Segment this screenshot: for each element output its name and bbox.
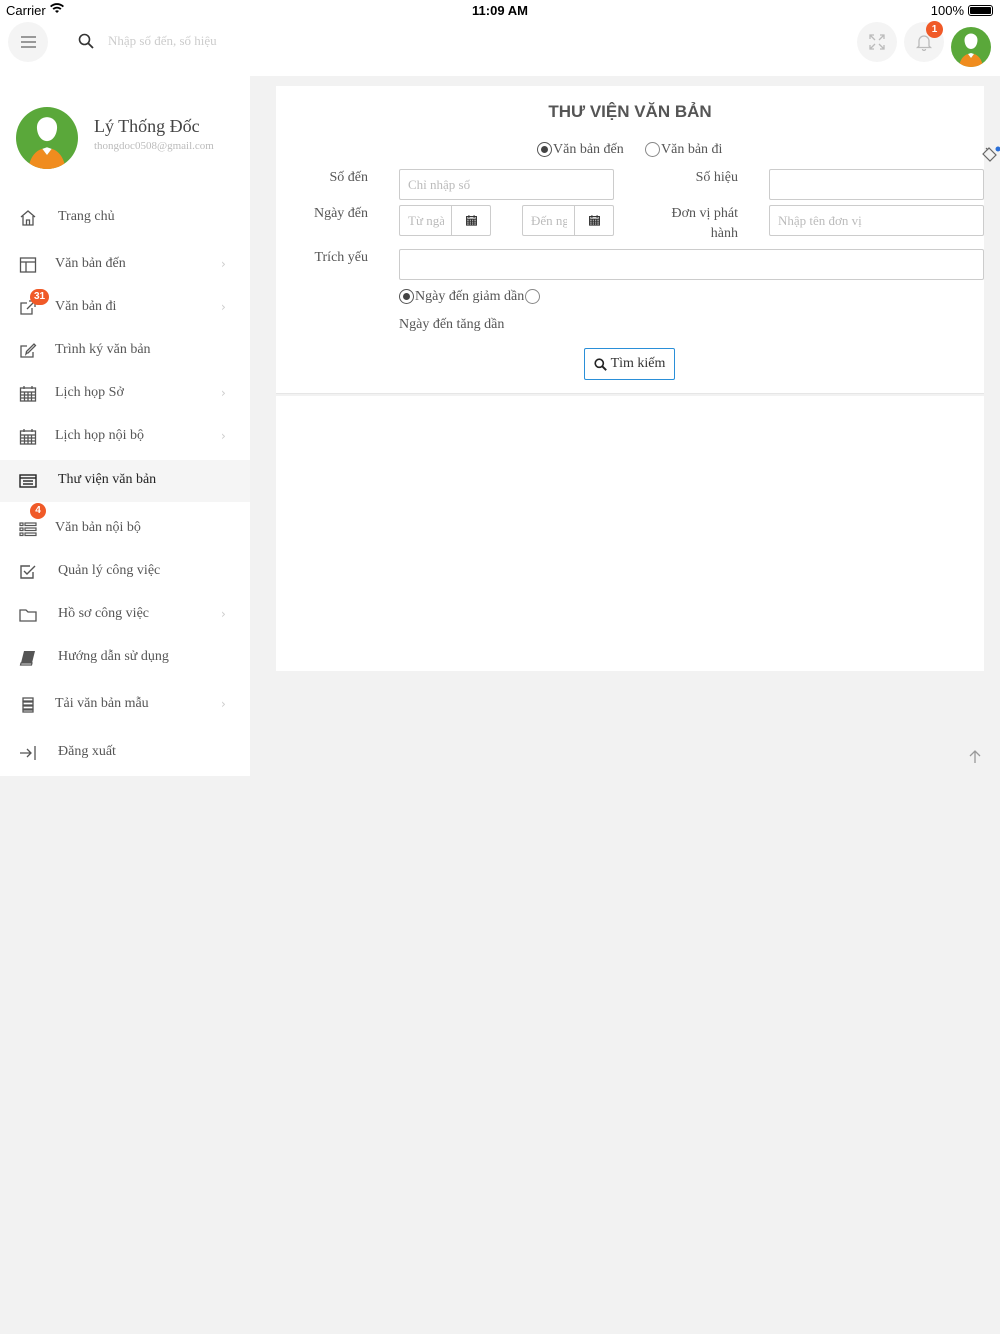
page-title: THƯ VIỆN VĂN BẢN: [548, 102, 712, 121]
from-date-calendar-button[interactable]: [451, 206, 490, 235]
sidebar-item-label: Hồ sơ công việc: [58, 606, 149, 621]
sidebar-item-label: Thư viện văn bản: [58, 472, 157, 487]
outgoing-docs-badge: 31: [30, 289, 50, 305]
don-vi-input[interactable]: [769, 205, 984, 236]
sidebar-item-label: Đăng xuất: [58, 744, 116, 759]
scroll-to-top-icon[interactable]: [966, 748, 984, 766]
sidebar-item-label: Hướng dẫn sử dụng: [58, 649, 169, 664]
list-icon: [19, 522, 37, 537]
paint-bucket-icon[interactable]: [980, 144, 1000, 164]
calendar-icon: [19, 386, 37, 402]
folder-icon: [19, 609, 37, 622]
sidebar-item-home[interactable]: Trang chủ: [0, 197, 250, 239]
sidebar-item-user-guide[interactable]: Hướng dẫn sử dụng: [0, 637, 250, 679]
logout-icon: [20, 746, 36, 760]
calendar-icon: [465, 215, 477, 226]
battery-icon: [968, 5, 993, 16]
to-date-picker: [522, 205, 614, 236]
sidebar-item-dept-meetings[interactable]: Lịch họp Sở ›: [0, 373, 250, 415]
doc-type-incoming-label[interactable]: Văn bản đến: [553, 142, 624, 158]
sidebar-item-label: Lịch họp nội bộ: [55, 428, 145, 443]
user-silhouette-icon: [28, 117, 66, 169]
sidebar-item-task-management[interactable]: Quản lý công việc: [0, 551, 250, 593]
trich-yeu-input[interactable]: [399, 249, 984, 280]
clock: 11:09 AM: [472, 3, 528, 18]
hamburger-icon: [20, 41, 36, 43]
database-icon: [22, 697, 34, 713]
sidebar: Lý Thống Đốc thongdoc0508@gmail.com Tran…: [0, 76, 250, 776]
menu-toggle-button[interactable]: [8, 22, 48, 62]
sidebar-item-label: Văn bản đi: [55, 299, 117, 314]
library-icon: [19, 474, 37, 488]
trich-yeu-label: Trích yếu: [314, 250, 368, 265]
sort-asc-radio[interactable]: [525, 289, 540, 304]
sort-asc-label[interactable]: Ngày đến tăng dần: [399, 317, 504, 333]
profile-name: Lý Thống Đốc: [94, 116, 200, 136]
chevron-right-icon: ›: [221, 429, 226, 443]
so-den-label: Số đến: [329, 170, 369, 185]
calendar-icon: [588, 215, 600, 226]
so-den-input[interactable]: [399, 169, 614, 200]
book-icon: [19, 651, 35, 666]
doc-type-incoming-radio[interactable]: [537, 142, 552, 157]
sidebar-item-incoming-docs[interactable]: Văn bản đến ›: [0, 244, 250, 286]
sidebar-item-label: Trang chủ: [58, 209, 115, 224]
sidebar-item-label: Tải văn bản mẫu: [55, 696, 149, 711]
sort-desc-radio[interactable]: [399, 289, 414, 304]
expand-icon: [869, 34, 885, 50]
edit-icon: [20, 343, 37, 358]
checkbox-icon: [20, 565, 36, 579]
search-input[interactable]: [108, 30, 408, 52]
sidebar-item-outgoing-docs[interactable]: Văn bản đi › 31: [0, 287, 250, 329]
to-date-input[interactable]: [523, 206, 575, 235]
profile-email: thongdoc0508@gmail.com: [94, 140, 214, 152]
don-vi-label-line1: Đơn vị phát: [671, 206, 738, 221]
sidebar-item-label: Văn bản nội bộ: [55, 520, 141, 535]
results-panel: [276, 396, 984, 671]
sidebar-item-signing[interactable]: Trình ký văn bản: [0, 330, 250, 372]
internal-docs-badge: 4: [30, 503, 46, 519]
chevron-right-icon: ›: [221, 257, 226, 271]
sidebar-item-task-records[interactable]: Hồ sơ công việc ›: [0, 594, 250, 636]
doc-type-outgoing-radio[interactable]: [645, 142, 660, 157]
sidebar-item-logout[interactable]: Đăng xuất: [0, 732, 250, 774]
calendar-icon: [19, 429, 37, 445]
so-hieu-input[interactable]: [769, 169, 984, 200]
status-bar: Carrier 11:09 AM 100%: [0, 0, 1000, 20]
search-button-label: Tìm kiếm: [610, 356, 666, 371]
top-header: 1: [0, 20, 1000, 76]
sidebar-item-library[interactable]: Thư viện văn bản: [0, 460, 250, 502]
doc-type-outgoing-label[interactable]: Văn bản đi: [661, 142, 722, 158]
inbox-doc-icon: [19, 257, 37, 273]
user-avatar[interactable]: [951, 27, 991, 67]
sidebar-item-download-templates[interactable]: Tải văn bản mẫu ›: [0, 684, 250, 726]
search-icon: [593, 357, 607, 371]
sidebar-item-label: Lịch họp Sở: [55, 385, 124, 400]
chevron-right-icon: ›: [221, 607, 226, 621]
ngay-den-label: Ngày đến: [313, 206, 368, 221]
chevron-right-icon: ›: [221, 697, 226, 711]
search-button[interactable]: Tìm kiếm: [584, 348, 675, 380]
profile-avatar[interactable]: [16, 107, 78, 169]
sidebar-item-internal-docs[interactable]: Văn bản nội bộ 4: [0, 503, 250, 550]
don-vi-label-line2: hành: [710, 226, 738, 241]
chevron-right-icon: ›: [221, 300, 226, 314]
sidebar-item-label: Quản lý công việc: [58, 563, 161, 578]
sidebar-item-label: Trình ký văn bản: [55, 342, 151, 357]
search-icon: [78, 33, 94, 49]
sidebar-item-internal-meetings[interactable]: Lịch họp nội bộ ›: [0, 416, 250, 458]
from-date-input[interactable]: [400, 206, 452, 235]
battery-percent: 100%: [930, 3, 964, 18]
notification-badge: 1: [926, 21, 943, 38]
home-icon: [20, 210, 36, 226]
sidebar-item-label: Văn bản đến: [55, 256, 126, 271]
fullscreen-button[interactable]: [857, 22, 897, 62]
to-date-calendar-button[interactable]: [574, 206, 613, 235]
library-search-card: THƯ VIỆN VĂN BẢN Văn bản đến Văn bản đi …: [276, 86, 984, 394]
so-hieu-label: Số hiệu: [695, 170, 738, 185]
sort-desc-label[interactable]: Ngày đến giảm dần: [415, 289, 524, 305]
from-date-picker: [399, 205, 491, 236]
user-silhouette-icon: [959, 33, 983, 67]
chevron-right-icon: ›: [221, 386, 226, 400]
